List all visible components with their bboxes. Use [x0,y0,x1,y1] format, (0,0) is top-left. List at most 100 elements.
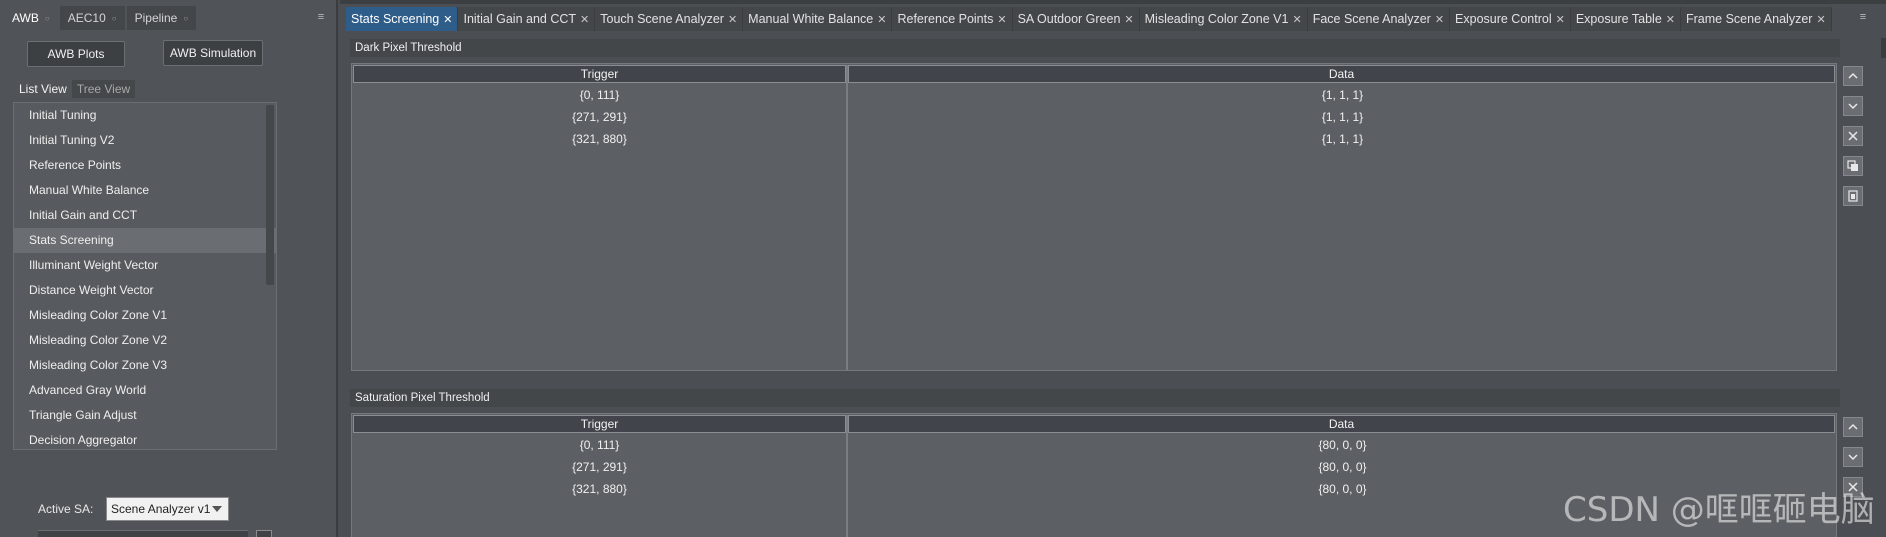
close-icon[interactable]: ✕ [1816,13,1825,26]
tab-touch-scene-analyzer[interactable]: Touch Scene Analyzer ✕ [595,7,744,31]
column-header-trigger[interactable]: Trigger [353,415,846,433]
list-item[interactable]: Initial Tuning V2 [14,128,276,153]
view-tabs: List View Tree View [14,80,136,98]
tab-awb[interactable]: AWB ○ [4,6,58,30]
left-tab-bar: AWB ○ AEC10 ○ Pipeline ○ [4,6,334,30]
bottom-field[interactable] [38,530,248,537]
pin-icon[interactable]: ○ [183,14,188,23]
table-row[interactable]: {321, 880} {1, 1, 1} [352,128,1836,150]
move-up-button[interactable] [1843,417,1863,437]
tab-sa-outdoor-green[interactable]: SA Outdoor Green ✕ [1012,7,1140,31]
dark-pixel-table[interactable]: Trigger Data {0, 111} {1, 1, 1} {271, 29… [351,63,1837,371]
chevron-up-icon [1848,423,1858,430]
tab-exposure-table[interactable]: Exposure Table ✕ [1570,7,1681,31]
tab-menu-icon[interactable] [1856,10,1870,24]
close-icon[interactable]: ✕ [1666,13,1675,26]
module-list[interactable]: Initial Tuning Initial Tuning V2 Referen… [13,102,277,450]
copy-row-button[interactable] [1843,156,1863,176]
move-down-button[interactable] [1843,447,1863,467]
tab-label: SA Outdoor Green [1017,12,1121,26]
tab-pipeline-label: Pipeline [134,11,178,25]
data-cell[interactable]: {1, 1, 1} [849,128,1836,150]
panel-menu-icon[interactable] [314,10,328,24]
bottom-action-icon[interactable] [256,530,272,537]
tab-exposure-control[interactable]: Exposure Control ✕ [1450,7,1571,31]
column-header-data[interactable]: Data [848,65,1835,83]
trigger-cell[interactable]: {321, 880} [352,128,847,150]
table-row[interactable]: {0, 111} {1, 1, 1} [352,84,1836,106]
active-sa-dropdown[interactable]: Scene Analyzer v1 [106,497,229,521]
pin-icon[interactable]: ○ [112,14,117,23]
tab-reference-points[interactable]: Reference Points ✕ [892,7,1013,31]
tab-aec10-label: AEC10 [67,11,106,25]
tab-frame-scene-analyzer[interactable]: Frame Scene Analyzer ✕ [1680,7,1832,31]
list-item[interactable]: Distance Weight Vector [14,278,276,303]
data-cell[interactable]: {80, 0, 0} [849,434,1836,456]
close-icon[interactable]: ✕ [1292,13,1301,26]
list-item[interactable]: Manual White Balance [14,178,276,203]
close-icon[interactable]: ✕ [877,13,886,26]
list-item[interactable]: Illuminant Weight Vector [14,253,276,278]
close-icon[interactable]: ✕ [1556,13,1565,26]
table-row[interactable]: {271, 291} {80, 0, 0} [352,456,1836,478]
list-item[interactable]: Initial Gain and CCT [14,203,276,228]
row-actions [1843,66,1865,216]
tab-label: Exposure Control [1455,12,1552,26]
close-icon[interactable]: ✕ [1435,13,1444,26]
list-item[interactable]: Misleading Color Zone V3 [14,353,276,378]
list-item[interactable]: Initial Tuning [14,103,276,128]
delete-row-button[interactable] [1843,126,1863,146]
tab-initial-gain-and-cct[interactable]: Initial Gain and CCT ✕ [458,7,596,31]
trigger-cell[interactable]: {0, 111} [352,84,847,106]
tab-list-view[interactable]: List View [14,80,72,98]
awb-plots-button[interactable]: AWB Plots [27,41,125,67]
list-item[interactable]: Reference Points [14,153,276,178]
column-header-trigger[interactable]: Trigger [353,65,846,83]
data-cell[interactable]: {1, 1, 1} [849,84,1836,106]
tab-misleading-color-zone-v1[interactable]: Misleading Color Zone V1 ✕ [1139,7,1308,31]
list-item[interactable]: Misleading Color Zone V1 [14,303,276,328]
trigger-cell[interactable]: {0, 111} [352,434,847,456]
main-panel: Stats Screening ✕ Initial Gain and CCT ✕… [340,0,1886,537]
left-panel: AWB ○ AEC10 ○ Pipeline ○ AWB Plots AWB S… [0,0,338,537]
move-up-button[interactable] [1843,66,1863,86]
paste-row-button[interactable] [1843,186,1863,206]
chevron-up-icon [1848,72,1858,79]
list-item[interactable]: Advanced Gray World [14,378,276,403]
list-scrollbar[interactable] [266,105,274,285]
tab-pipeline[interactable]: Pipeline ○ [126,6,197,30]
trigger-cell[interactable]: {271, 291} [352,106,847,128]
close-icon[interactable]: ✕ [580,13,589,26]
close-icon [1848,131,1858,141]
data-cell[interactable]: {80, 0, 0} [849,456,1836,478]
section-title-saturation-pixel: Saturation Pixel Threshold [350,389,1840,407]
list-item[interactable]: Misleading Color Zone V2 [14,328,276,353]
close-icon[interactable]: ✕ [728,13,737,26]
tab-label: Frame Scene Analyzer [1685,12,1813,26]
tab-tree-view[interactable]: Tree View [71,80,136,98]
close-icon[interactable]: ✕ [1124,13,1133,26]
table-row[interactable]: {271, 291} {1, 1, 1} [352,106,1836,128]
tab-manual-white-balance[interactable]: Manual White Balance ✕ [743,7,893,31]
list-item[interactable]: Decision Aggregator [14,428,276,449]
tab-label: Exposure Table [1575,12,1662,26]
column-header-data[interactable]: Data [848,415,1835,433]
top-divider [340,0,1886,4]
tab-stats-screening[interactable]: Stats Screening ✕ [346,7,459,31]
trigger-cell[interactable]: {271, 291} [352,456,847,478]
tab-aec10[interactable]: AEC10 ○ [59,6,125,30]
list-item[interactable]: Triangle Gain Adjust [14,403,276,428]
list-item-selected[interactable]: Stats Screening [14,228,276,253]
tab-face-scene-analyzer[interactable]: Face Scene Analyzer ✕ [1307,7,1451,31]
close-icon[interactable]: ✕ [443,13,452,26]
close-icon[interactable]: ✕ [997,13,1006,26]
awb-simulation-button[interactable]: AWB Simulation [163,40,263,66]
move-down-button[interactable] [1843,96,1863,116]
data-cell[interactable]: {1, 1, 1} [849,106,1836,128]
pin-icon[interactable]: ○ [45,14,50,23]
table-row[interactable]: {0, 111} {80, 0, 0} [352,434,1836,456]
trigger-cell[interactable]: {321, 880} [352,478,847,500]
scroll-handle[interactable] [1881,38,1886,58]
chevron-down-icon [1848,454,1858,461]
tab-label: Misleading Color Zone V1 [1144,12,1289,26]
